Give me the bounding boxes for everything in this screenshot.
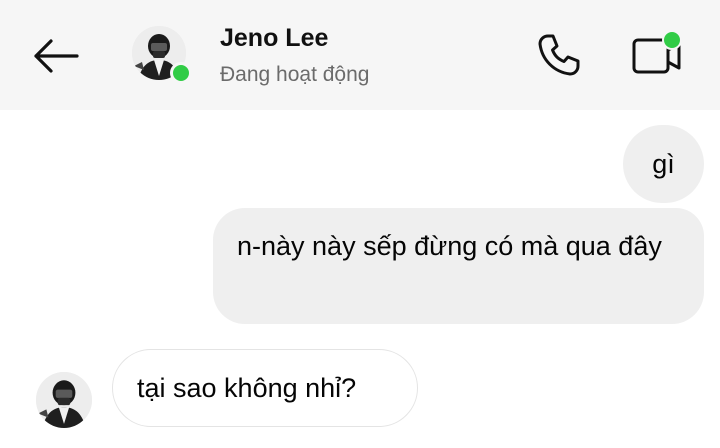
arrow-left-icon (34, 39, 79, 73)
contact-avatar[interactable] (132, 26, 192, 84)
video-call-button[interactable] (626, 28, 688, 82)
message-text: gì (652, 149, 675, 179)
phone-icon (538, 34, 580, 76)
contact-name[interactable]: Jeno Lee (220, 24, 328, 53)
message-text: n-này này sếp đừng có mà qua đây (237, 231, 662, 261)
voice-call-button[interactable] (530, 28, 588, 82)
chat-header: Jeno Lee Đang hoạt động (0, 0, 720, 110)
profile-photo (36, 372, 92, 428)
outgoing-message[interactable]: n-này này sếp đừng có mà qua đây (213, 208, 704, 324)
sender-avatar[interactable] (36, 372, 92, 428)
outgoing-message[interactable]: gì (623, 125, 704, 203)
back-button[interactable] (26, 30, 84, 82)
online-status-dot (170, 62, 192, 84)
active-status: Đang hoạt động (220, 63, 370, 86)
message-text: tại sao không nhỉ? (137, 372, 357, 403)
incoming-message[interactable]: tại sao không nhỉ? (112, 349, 418, 427)
video-online-dot (662, 30, 682, 50)
